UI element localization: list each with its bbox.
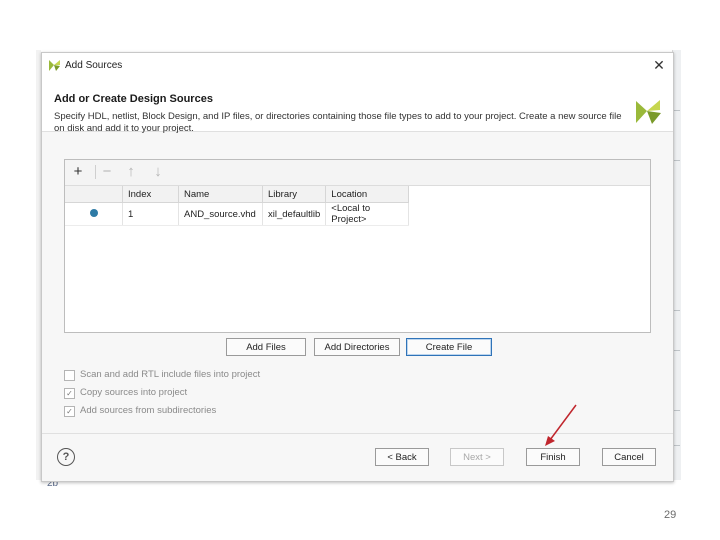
option-label: Scan and add RTL include files into proj… [80, 369, 261, 380]
source-status-icon [90, 208, 98, 217]
arrow-down-icon: ↓ [154, 163, 162, 180]
toolbar-separator [95, 165, 96, 179]
vivado-logo-icon [49, 60, 60, 71]
page-description: Specify HDL, netlist, Block Design, and … [54, 111, 622, 134]
location-cell: <Local to Project> [325, 202, 410, 226]
add-directories-button[interactable]: Add Directories [314, 338, 400, 356]
back-button[interactable]: < Back [375, 448, 429, 466]
column-header-index[interactable]: Index [122, 186, 179, 203]
move-up-button[interactable]: ↑ [122, 163, 140, 181]
minus-icon: − [102, 163, 112, 180]
column-header-location[interactable]: Location [325, 186, 410, 203]
library-cell[interactable]: xil_defaultlib [262, 202, 327, 226]
column-header-status [65, 186, 123, 203]
name-cell: AND_source.vhd [178, 202, 263, 226]
option-label: Copy sources into project [80, 387, 188, 398]
dialog-header: Add or Create Design Sources Specify HDL… [42, 79, 673, 134]
cancel-button[interactable]: Cancel [602, 448, 656, 466]
remove-source-button[interactable]: − [98, 163, 116, 181]
checkmark-icon[interactable]: ✓ [64, 406, 75, 417]
arrow-up-icon: ↑ [127, 163, 135, 180]
add-source-button[interactable]: + [69, 163, 87, 181]
page-heading: Add or Create Design Sources [54, 93, 213, 105]
column-header-library[interactable]: Library [262, 186, 327, 203]
checkmark-icon[interactable]: ✓ [64, 388, 75, 399]
help-icon[interactable]: ? [57, 448, 75, 466]
vivado-logo-icon [636, 100, 661, 124]
sources-table: Index Name Library Location 1 AND_source… [65, 186, 410, 226]
next-button[interactable]: Next > [450, 448, 504, 466]
table-header-row: Index Name Library Location [65, 186, 410, 203]
sources-panel: + − ↑ ↓ Index Name Library Location 1 AN… [64, 159, 651, 333]
create-file-button[interactable]: Create File [406, 338, 492, 356]
index-cell: 1 [122, 202, 179, 226]
dialog-titlebar: Add Sources ✕ [42, 53, 673, 79]
column-header-name[interactable]: Name [178, 186, 263, 203]
footer-divider [42, 433, 673, 434]
add-sources-dialog: Add Sources ✕ Add or Create Design Sourc… [41, 52, 674, 482]
table-row[interactable]: 1 AND_source.vhd xil_defaultlib <Local t… [65, 202, 410, 226]
finish-button[interactable]: Finish [526, 448, 580, 466]
status-cell [65, 202, 123, 226]
close-button[interactable]: ✕ [650, 56, 668, 74]
checkbox-unchecked[interactable] [64, 370, 75, 381]
move-down-button[interactable]: ↓ [149, 163, 167, 181]
slide-number: 29 [664, 509, 677, 521]
plus-icon: + [73, 163, 83, 180]
option-label: Add sources from subdirectories [80, 405, 217, 416]
sources-toolbar: + − ↑ ↓ [65, 160, 650, 186]
add-files-button[interactable]: Add Files [226, 338, 306, 356]
dialog-title: Add Sources [65, 60, 123, 71]
